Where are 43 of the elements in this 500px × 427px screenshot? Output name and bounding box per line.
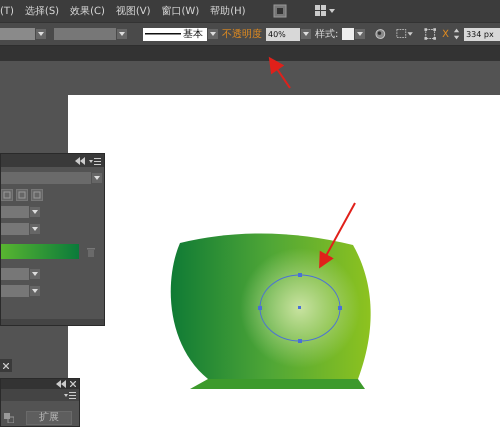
dropdown-button[interactable] xyxy=(355,29,366,39)
panel-menu-icon[interactable] xyxy=(64,391,76,399)
dropdown-field[interactable] xyxy=(1,285,29,297)
style-swatch[interactable] xyxy=(342,28,354,40)
shape-icon[interactable] xyxy=(4,413,14,423)
menu-item[interactable]: 视图(V) xyxy=(116,4,151,18)
annotation-arrow xyxy=(319,202,356,268)
dropdown-button[interactable] xyxy=(36,29,46,39)
dropdown-button[interactable] xyxy=(301,29,311,39)
menu-item[interactable]: 帮助(H) xyxy=(210,4,246,18)
layout-icon[interactable] xyxy=(314,4,336,18)
annotation-arrow xyxy=(268,56,291,89)
dropdown-field[interactable] xyxy=(1,223,29,235)
stroke-field[interactable] xyxy=(54,28,116,40)
dropdown-button[interactable] xyxy=(30,224,40,234)
panel-menu-icon[interactable] xyxy=(89,156,101,164)
dropdown-button[interactable] xyxy=(30,286,40,296)
globe-icon[interactable] xyxy=(375,28,386,40)
spinner-icon[interactable] xyxy=(453,26,460,42)
menu-item[interactable]: 效果(C) xyxy=(70,4,105,18)
opacity-field[interactable]: 40% xyxy=(266,28,300,40)
collapse-icon[interactable] xyxy=(75,156,85,164)
dropdown-button[interactable] xyxy=(117,29,127,39)
dropdown-field[interactable] xyxy=(1,268,29,280)
menu-item[interactable]: (T) xyxy=(0,6,14,16)
stroke-profile-field[interactable]: 基本 xyxy=(143,28,207,40)
dropdown-button[interactable] xyxy=(30,207,40,217)
fill-swatch[interactable] xyxy=(0,28,35,40)
menu-item[interactable]: 选择(S) xyxy=(24,4,60,18)
bridge-icon[interactable] xyxy=(272,4,287,18)
x-field[interactable]: 334 px xyxy=(464,28,500,40)
align-icon[interactable] xyxy=(396,28,414,40)
transform-icon[interactable] xyxy=(424,27,436,41)
dropdown-button[interactable] xyxy=(30,269,40,279)
line-icon xyxy=(145,32,181,36)
style-label: 样式: xyxy=(315,28,338,41)
dropdown-button[interactable] xyxy=(208,29,218,39)
profile-label: 基本 xyxy=(183,28,203,41)
dropdown-field[interactable] xyxy=(1,206,29,218)
close-icon[interactable] xyxy=(70,381,76,387)
close-icon[interactable] xyxy=(3,362,9,368)
dropdown-button[interactable] xyxy=(92,173,102,183)
menu-item[interactable]: 窗口(W) xyxy=(162,4,200,18)
